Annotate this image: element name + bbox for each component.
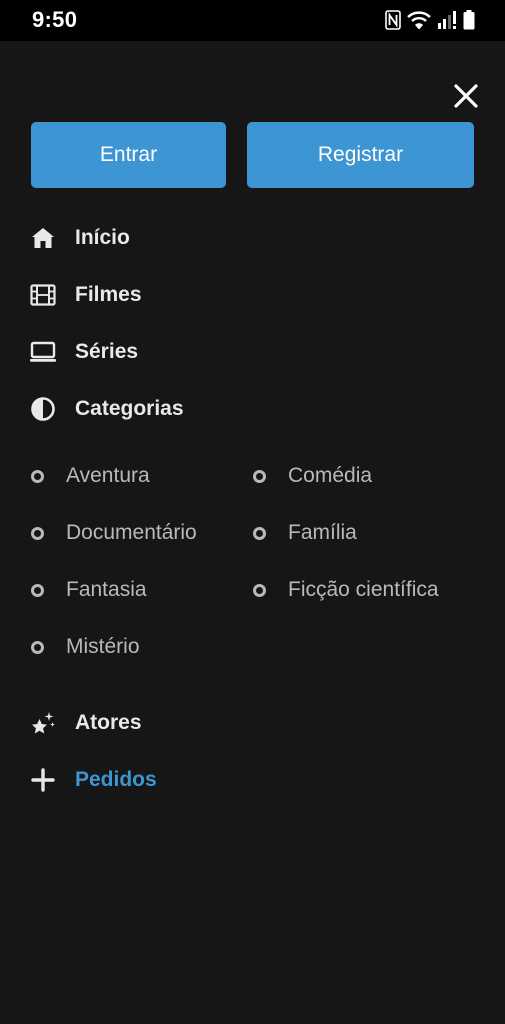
status-time: 9:50 [32,7,78,32]
tv-icon [30,339,56,365]
category-label: Ficção científica [288,578,439,601]
category-item-documentario[interactable]: Documentário [30,518,197,548]
category-label: Fantasia [66,578,147,601]
category-label: Documentário [66,521,197,544]
register-button[interactable]: Registrar [247,122,474,188]
category-item-familia[interactable]: Família [252,518,357,548]
nav-label: Categorias [75,397,184,420]
nav-label: Pedidos [75,768,157,791]
nav-label: Atores [75,711,142,734]
bullet-icon [30,583,45,598]
status-icons [385,9,475,31]
nav-item-atores[interactable]: Atores [30,706,142,740]
category-label: Família [288,521,357,544]
wifi-icon [407,11,431,29]
nav-label: Séries [75,340,139,363]
category-item-misterio[interactable]: Mistério [30,632,140,662]
status-bar: 9:50 [0,0,505,41]
home-icon [30,225,56,251]
category-item-comedia[interactable]: Comédia [252,461,372,491]
bullet-icon [252,583,267,598]
bullet-icon [30,526,45,541]
login-button[interactable]: Entrar [31,122,226,188]
nav-item-filmes[interactable]: Filmes [30,278,142,312]
nav-label: Início [75,226,130,249]
bullet-icon [252,526,267,541]
category-item-fantasia[interactable]: Fantasia [30,575,147,605]
stars-icon [30,710,56,736]
close-button[interactable] [451,81,481,111]
nav-item-series[interactable]: Séries [30,335,138,369]
nav-label: Filmes [75,283,142,306]
bullet-icon [30,469,45,484]
battery-icon [463,10,475,30]
nav-item-pedidos[interactable]: Pedidos [30,763,157,797]
nfc-icon [385,10,401,30]
signal-icon [437,11,457,29]
nav-item-categorias[interactable]: Categorias [30,392,184,426]
contrast-icon [30,396,56,422]
category-item-aventura[interactable]: Aventura [30,461,150,491]
bullet-icon [252,469,267,484]
category-label: Mistério [66,635,140,658]
category-item-ficcao-cientifica[interactable]: Ficção científica [252,575,439,605]
category-label: Aventura [66,464,150,487]
close-icon [451,84,481,115]
category-label: Comédia [288,464,373,487]
film-icon [30,282,56,308]
plus-icon [30,767,56,793]
nav-item-inicio[interactable]: Início [30,221,130,255]
bullet-icon [30,640,45,655]
